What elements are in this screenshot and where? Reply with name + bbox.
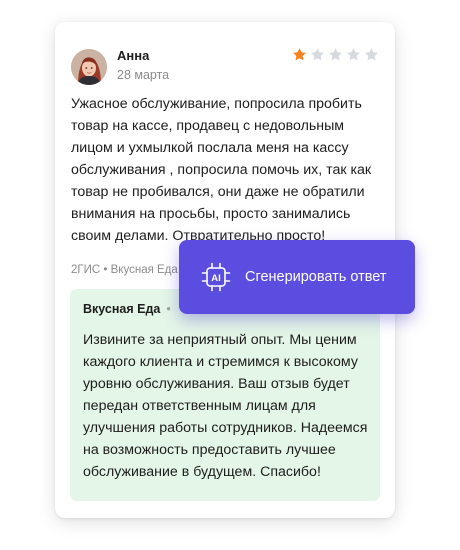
review-header: Анна 28 марта	[71, 47, 379, 87]
reply-box: Вкусная Еда • Извините за неприятный опыт…	[70, 289, 380, 501]
star-empty-icon	[365, 48, 378, 61]
ai-chip-icon: AI	[201, 262, 231, 292]
generate-reply-label: Сгенерировать ответ	[245, 269, 387, 285]
generate-reply-button[interactable]: AI Сгенерировать ответ	[179, 240, 415, 314]
star-filled-icon	[293, 48, 306, 61]
reply-header: Вкусная Еда •	[83, 302, 177, 316]
reply-author: Вкусная Еда	[83, 302, 161, 316]
ai-icon-text: AI	[211, 273, 221, 284]
star-empty-icon	[347, 48, 360, 61]
meta-separator: •	[103, 264, 108, 276]
review-meta: 2ГИС • Вкусная Еда	[71, 264, 178, 276]
review-text: Ужасное обслуживание, попросила пробить …	[71, 96, 372, 244]
stage: Анна 28 марта Ужасное обслуживание, попр…	[0, 0, 460, 550]
review-place: Вкусная Еда	[110, 264, 178, 276]
reply-text: Извините за неприятный опыт. Мы ценим ка…	[83, 332, 368, 480]
review-date: 28 марта	[117, 68, 170, 82]
star-empty-icon	[329, 48, 342, 61]
reply-separator: •	[166, 302, 171, 316]
avatar	[71, 49, 107, 85]
review-source: 2ГИС	[71, 264, 101, 276]
review-author: Анна	[117, 48, 150, 63]
avatar-portrait	[71, 49, 107, 85]
star-empty-icon	[311, 48, 324, 61]
rating-stars	[292, 47, 379, 62]
